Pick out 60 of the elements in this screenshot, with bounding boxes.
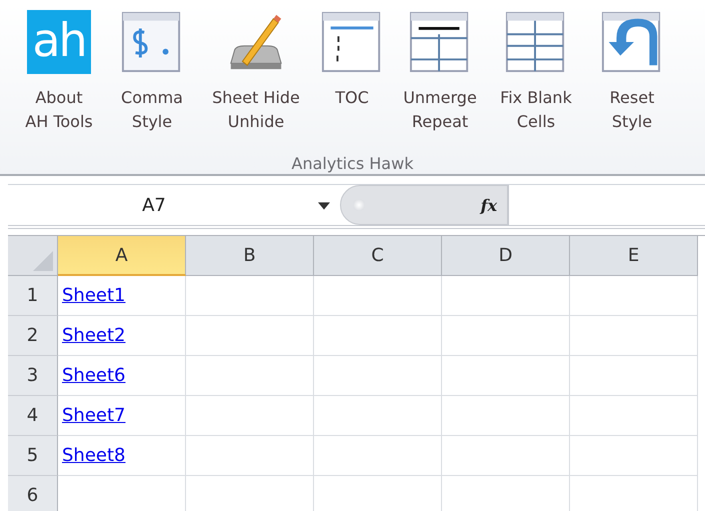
column-header[interactable]: B [186, 236, 314, 276]
table-cell[interactable] [186, 276, 314, 316]
table-cell[interactable]: Sheet2 [58, 316, 186, 356]
table-cell[interactable] [570, 276, 698, 316]
ribbon-button[interactable]: Comma Style [104, 10, 200, 150]
column-header[interactable]: E [570, 236, 698, 276]
table-cell[interactable] [570, 356, 698, 396]
table-cell[interactable] [314, 356, 442, 396]
row-header[interactable]: 3 [8, 356, 58, 396]
handle-icon[interactable] [353, 199, 365, 211]
sheet-link[interactable]: Sheet2 [62, 325, 126, 346]
ribbon-button[interactable]: Sheet Hide Unhide [200, 10, 312, 150]
ribbon-button[interactable]: ah About AH Tools [14, 10, 104, 150]
table-cell[interactable]: Sheet1 [58, 276, 186, 316]
table-cell[interactable] [186, 396, 314, 436]
table-cell[interactable] [186, 436, 314, 476]
row-header[interactable]: 1 [8, 276, 58, 316]
ribbon-button[interactable]: Reset Style [584, 10, 680, 150]
table-cell[interactable]: Sheet6 [58, 356, 186, 396]
table-cell[interactable] [570, 316, 698, 356]
table-cell[interactable] [186, 356, 314, 396]
table-cell[interactable] [570, 436, 698, 476]
ribbon-button[interactable]: TOC [312, 10, 392, 150]
table-cell[interactable] [442, 276, 570, 316]
sheet-link[interactable]: Sheet6 [62, 365, 126, 386]
table-cell[interactable]: Sheet7 [58, 396, 186, 436]
table-cell[interactable] [442, 436, 570, 476]
corner-triangle-icon [33, 251, 53, 271]
sheet-link[interactable]: Sheet7 [62, 405, 126, 426]
table-cell[interactable] [570, 396, 698, 436]
grid-icon [505, 10, 567, 74]
table-cell[interactable] [314, 436, 442, 476]
document-icon [321, 10, 383, 74]
name-box[interactable]: A7 [8, 185, 340, 225]
table-cell[interactable] [314, 316, 442, 356]
table-cell[interactable] [314, 276, 442, 316]
table-cell[interactable] [186, 316, 314, 356]
column-header[interactable]: A [58, 236, 186, 276]
logo-icon: ah [27, 10, 91, 74]
table-cell[interactable]: Sheet8 [58, 436, 186, 476]
column-header[interactable]: D [442, 236, 570, 276]
row-header[interactable]: 4 [8, 396, 58, 436]
table-icon [409, 10, 471, 74]
row-header[interactable]: 6 [8, 476, 58, 511]
sheet-link[interactable]: Sheet8 [62, 445, 126, 466]
dropdown-caret-icon[interactable] [318, 202, 330, 210]
ribbon-button[interactable]: Fix Blank Cells [488, 10, 584, 150]
table-cell[interactable] [314, 396, 442, 436]
table-cell[interactable] [442, 356, 570, 396]
table-cell[interactable] [442, 316, 570, 356]
row-header[interactable]: 2 [8, 316, 58, 356]
table-cell[interactable] [442, 396, 570, 436]
ribbon-button[interactable]: Unmerge Repeat [392, 10, 488, 150]
dollar-icon [121, 10, 183, 74]
function-button[interactable]: fx [480, 196, 497, 214]
select-all-corner[interactable] [8, 236, 58, 276]
group-label: Analytics Hawk [290, 154, 414, 173]
row-header[interactable]: 5 [8, 436, 58, 476]
sheet-link[interactable]: Sheet1 [62, 285, 126, 306]
column-header[interactable]: C [314, 236, 442, 276]
